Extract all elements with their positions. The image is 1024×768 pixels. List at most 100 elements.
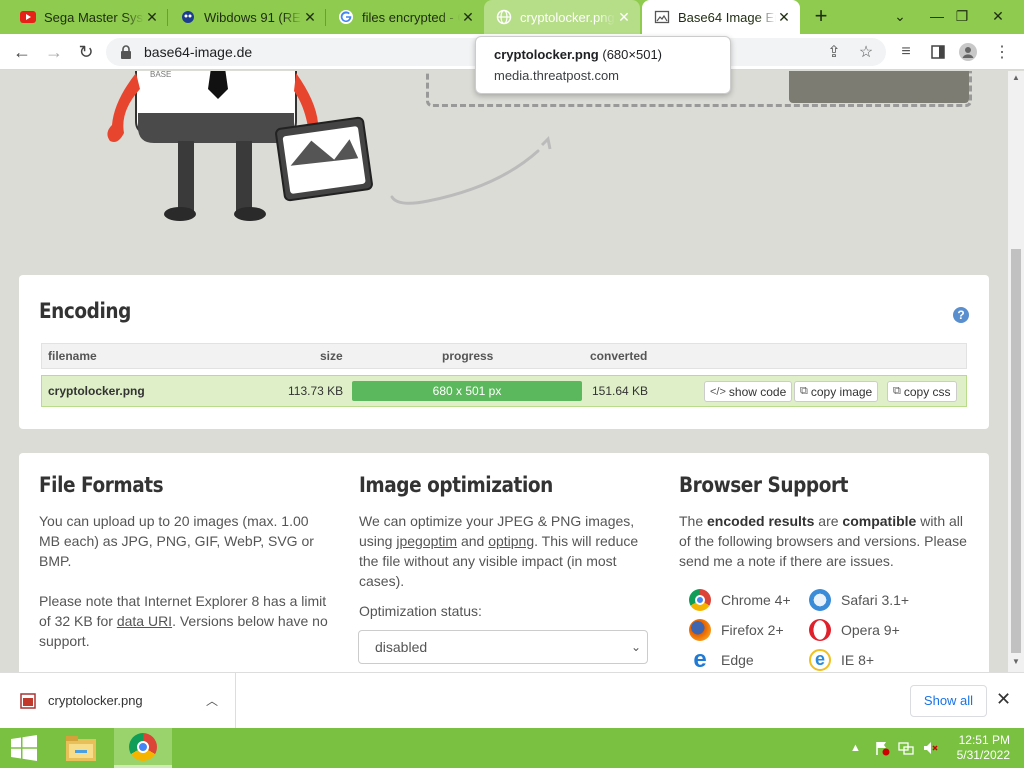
optimization-status-select[interactable]: disabled ⌄ [358, 630, 648, 664]
download-item[interactable]: cryptolocker.png ︿ [0, 673, 236, 729]
close-icon[interactable]: ✕ [302, 9, 318, 25]
browser-opera: Opera 9+ [809, 619, 900, 641]
scroll-down-icon[interactable]: ▼ [1011, 657, 1021, 666]
profile-avatar-icon[interactable] [958, 42, 978, 62]
clock-date: 5/31/2022 [956, 748, 1010, 762]
firefox-icon [689, 619, 711, 641]
tab-hover-tooltip: cryptolocker.png (680×501) media.threatp… [475, 36, 731, 94]
optimization-status-label: Optimization status: [359, 603, 482, 619]
youtube-icon [20, 9, 36, 25]
row-filename: cryptolocker.png [48, 384, 145, 398]
data-uri-link[interactable]: data URI [117, 613, 172, 629]
volume-muted-icon[interactable] [922, 728, 938, 768]
optipng-link[interactable]: optipng [488, 533, 534, 549]
tab-sega[interactable]: Sega Master System ✕ [8, 0, 168, 34]
close-icon[interactable]: ✕ [144, 9, 160, 25]
header-size: size [320, 349, 343, 363]
close-icon[interactable]: ✕ [776, 9, 792, 25]
share-icon[interactable]: ⇪ [824, 42, 844, 62]
mascot-illustration: BASE [107, 71, 373, 221]
swoosh-arrow-decoration [390, 135, 552, 205]
page-scrollbar[interactable]: ▲ ▼ [1008, 71, 1024, 672]
browser-support-section: Browser Support The encoded results are … [679, 473, 969, 571]
media-playlist-icon[interactable]: ≡ [896, 42, 916, 62]
encoding-table-header: filename size progress converted [41, 343, 967, 369]
edge-icon: e [689, 648, 711, 672]
encoding-card: Encoding ? filename size progress conver… [19, 275, 989, 429]
file-formats-section: File Formats You can upload up to 20 ima… [39, 473, 329, 651]
select-files-button[interactable] [789, 71, 969, 103]
image-icon [654, 9, 670, 25]
forward-arrow-icon[interactable]: → [40, 38, 68, 66]
ie8-note: Please note that Internet Explorer 8 has… [39, 593, 328, 649]
lock-icon [121, 45, 131, 59]
close-icon[interactable]: ✕ [996, 689, 1011, 710]
header-converted: converted [590, 349, 648, 363]
table-row: cryptolocker.png 113.73 KB 680 x 501 px … [41, 375, 967, 407]
jpegoptim-link[interactable]: jpegoptim [396, 533, 457, 549]
close-icon[interactable]: ✕ [460, 9, 476, 25]
progress-label: 680 x 501 px [432, 384, 502, 398]
copy-image-button[interactable]: ⧉ copy image [794, 381, 879, 402]
header-progress: progress [442, 349, 494, 363]
file-formats-text: You can upload up to 20 images (max. 1.0… [39, 513, 314, 569]
windows-taskbar: ▲ 12:51 PM 5/31/2022 [0, 728, 1024, 768]
google-icon [338, 9, 354, 25]
tab-base64-encoder[interactable]: Base64 Image Encoder ✕ [642, 0, 800, 34]
tooltip-title: cryptolocker.png [494, 47, 599, 62]
menu-kebab-icon[interactable]: ⋮ [992, 42, 1012, 62]
show-hidden-icons-icon[interactable]: ▲ [850, 728, 861, 768]
browser-support-text: The encoded results are compatible with … [679, 513, 967, 569]
info-card: File Formats You can upload up to 20 ima… [19, 453, 989, 672]
action-center-flag-icon[interactable] [874, 728, 890, 768]
network-icon[interactable] [898, 728, 914, 768]
optimization-text: We can optimize your JPEG & PNG images, … [359, 513, 639, 589]
scroll-up-icon[interactable]: ▲ [1011, 73, 1021, 82]
chrome-taskbar-icon[interactable] [114, 728, 172, 768]
image-file-icon [20, 693, 36, 709]
browser-safari: Safari 3.1+ [809, 589, 909, 611]
globe-icon [496, 9, 512, 25]
row-size: 113.73 KB [288, 384, 344, 398]
close-icon[interactable]: ✕ [616, 9, 632, 25]
page-content: BASE Encoding ? filename size progress c… [0, 71, 1008, 672]
system-clock[interactable]: 12:51 PM 5/31/2022 [948, 733, 1010, 763]
download-bar: cryptolocker.png ︿ Show all ✕ [0, 672, 1024, 729]
tab-cryptolocker[interactable]: cryptolocker.png ✕ [484, 0, 640, 34]
chrome-icon [689, 589, 711, 611]
tab-google-search[interactable]: files encrypted - Google ✕ [326, 0, 484, 34]
code-icon: </> [710, 385, 726, 398]
tab-strip: Sega Master System ✕ Wibdows 91 (RELEASE… [0, 0, 1024, 34]
new-tab-button[interactable]: + [808, 5, 834, 29]
svg-text:BASE: BASE [150, 71, 171, 79]
sonic-icon [180, 9, 196, 25]
progress-bar: 680 x 501 px [352, 381, 582, 401]
windows-start-icon[interactable] [0, 728, 48, 768]
chevron-up-icon[interactable]: ︿ [206, 692, 218, 709]
ie-icon: e [809, 649, 831, 671]
scrollbar-thumb[interactable] [1011, 249, 1021, 653]
header-filename: filename [48, 349, 97, 363]
opera-icon [809, 619, 831, 641]
side-panel-icon[interactable] [928, 42, 948, 62]
file-explorer-icon[interactable] [52, 728, 110, 768]
browser-edge: e Edge [689, 648, 754, 672]
back-arrow-icon[interactable]: ← [8, 38, 36, 66]
url-text: base64-image.de [144, 44, 253, 60]
download-filename: cryptolocker.png [48, 693, 143, 708]
image-optimization-title: Image optimization [359, 473, 553, 497]
file-formats-title: File Formats [39, 473, 164, 497]
copy-icon: ⧉ [893, 385, 901, 397]
show-code-button[interactable]: </> show code [704, 381, 793, 402]
reload-icon[interactable]: ↻ [72, 38, 100, 66]
tab-wibdows[interactable]: Wibdows 91 (RELEASE) ✕ [168, 0, 326, 34]
copy-css-button[interactable]: ⧉ copy css [887, 381, 957, 402]
show-all-downloads-button[interactable]: Show all [910, 685, 987, 717]
bookmark-star-icon[interactable]: ☆ [856, 42, 876, 62]
chevron-down-icon: ⌄ [630, 640, 641, 654]
close-window-button[interactable]: ✕ [976, 0, 1020, 34]
browser-firefox: Firefox 2+ [689, 619, 784, 641]
help-icon[interactable]: ? [953, 307, 969, 323]
browser-support-title: Browser Support [679, 473, 849, 497]
image-optimization-section: Image optimization We can optimize your … [359, 473, 649, 621]
